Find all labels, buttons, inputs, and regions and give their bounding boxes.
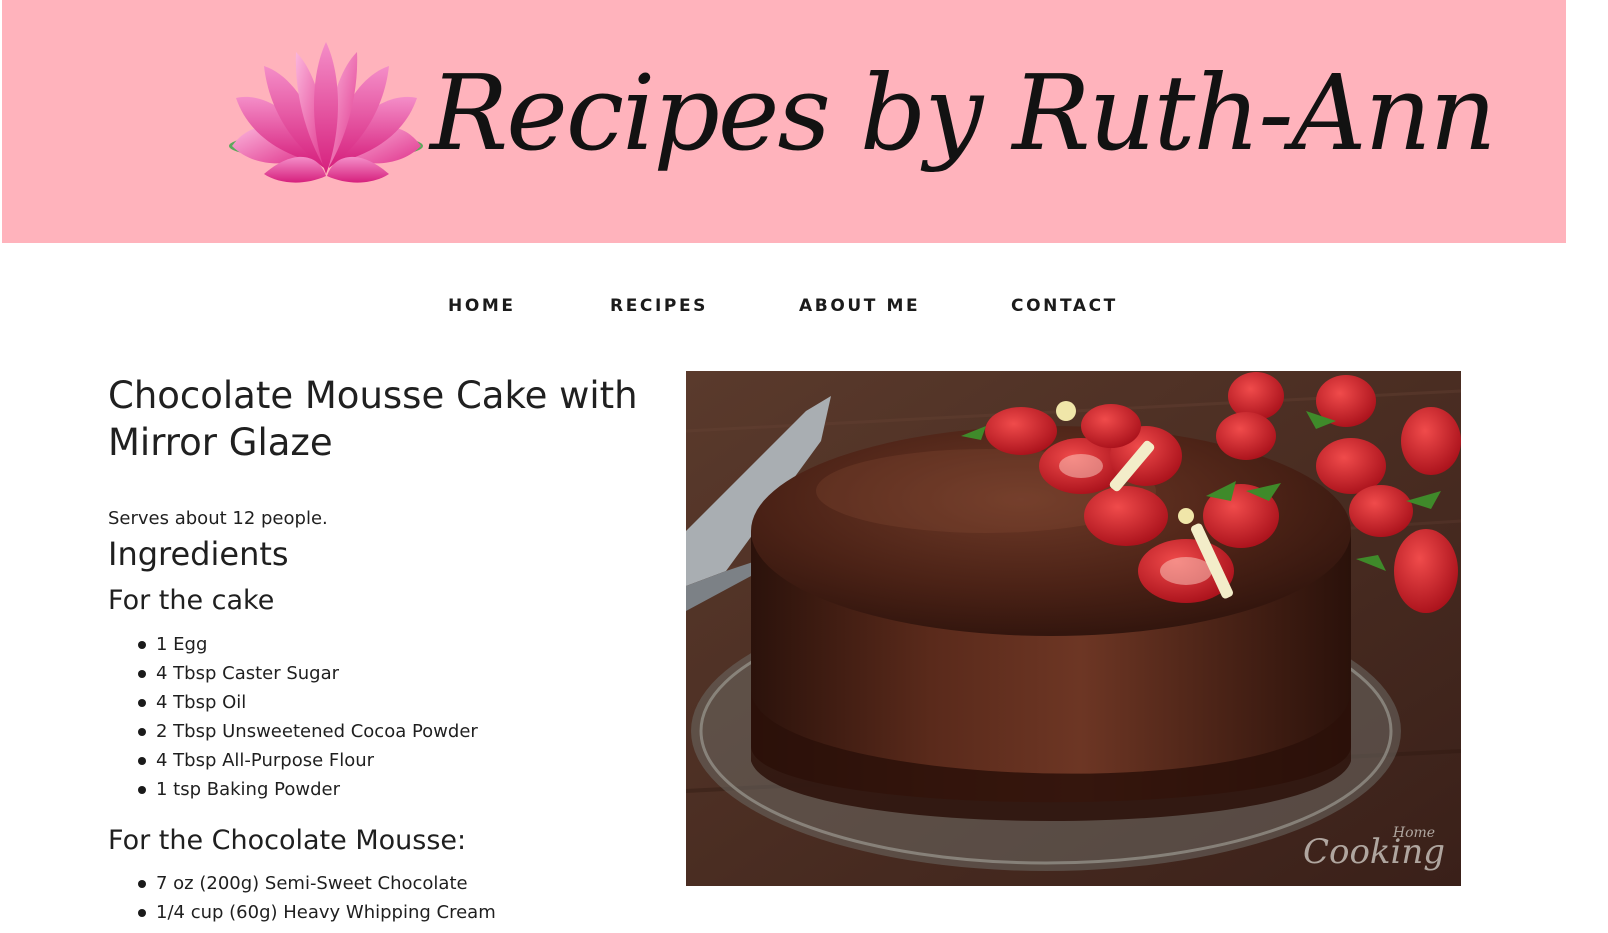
nav-about-me-link[interactable]: ABOUT ME xyxy=(799,296,920,316)
cake-photo-illustration: Cooking Home xyxy=(686,371,1461,886)
mousse-section-heading: For the Chocolate Mousse: xyxy=(108,825,467,856)
serving-size: Serves about 12 people. xyxy=(108,508,328,529)
photo-watermark-small: Home xyxy=(1392,825,1435,841)
cake-section-heading: For the cake xyxy=(108,585,275,616)
nav-home-link[interactable]: HOME xyxy=(448,296,516,316)
cake-photo: Cooking Home xyxy=(686,371,1461,886)
cake-ingredient-list: 1 Egg 4 Tbsp Caster Sugar 4 Tbsp Oil 2 T… xyxy=(108,630,478,804)
site-header: Recipes by Ruth-Ann xyxy=(2,0,1566,243)
list-item: 2 Tbsp Unsweetened Cocoa Powder xyxy=(138,717,478,746)
list-item: 1 Egg xyxy=(138,630,478,659)
list-item: 4 Tbsp All-Purpose Flour xyxy=(138,746,478,775)
list-item: 4 Tbsp Oil xyxy=(138,688,478,717)
main-nav: HOME RECIPES ABOUT ME CONTACT xyxy=(0,296,1568,322)
list-item: 1/4 cup (60g) Heavy Whipping Cream xyxy=(138,898,496,927)
mousse-ingredient-list: 7 oz (200g) Semi-Sweet Chocolate 1/4 cup… xyxy=(108,869,496,927)
list-item: 7 oz (200g) Semi-Sweet Chocolate xyxy=(138,869,496,898)
recipe-content: Chocolate Mousse Cake with Mirror Glaze … xyxy=(108,372,648,923)
list-item: 1 tsp Baking Powder xyxy=(138,775,478,804)
list-item: 4 Tbsp Caster Sugar xyxy=(138,659,478,688)
lotus-logo-icon xyxy=(229,42,423,183)
site-title-logo[interactable]: Recipes by Ruth-Ann xyxy=(430,18,1497,218)
nav-contact-link[interactable]: CONTACT xyxy=(1011,296,1118,316)
ingredients-heading: Ingredients xyxy=(108,535,289,573)
nav-recipes-link[interactable]: RECIPES xyxy=(610,296,708,316)
recipe-title: Chocolate Mousse Cake with Mirror Glaze xyxy=(108,374,638,464)
